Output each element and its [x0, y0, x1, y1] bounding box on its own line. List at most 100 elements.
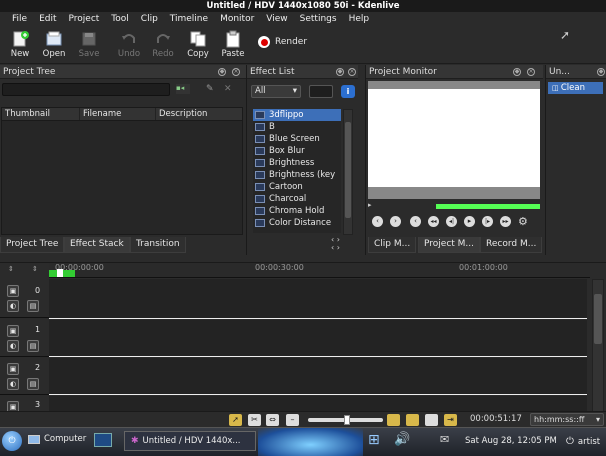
selection-tool-icon[interactable]: ➚	[229, 414, 242, 426]
mute-video-icon[interactable]: ▣	[7, 363, 19, 375]
step-forward-icon[interactable]: |▸	[482, 216, 493, 227]
undo-button[interactable]: Undo	[113, 28, 145, 59]
terminal-launcher-icon[interactable]	[94, 433, 112, 447]
effect-list-scrollbar[interactable]	[343, 109, 353, 235]
float-panel-icon[interactable]: ◆	[513, 68, 521, 76]
razor-tool-icon[interactable]: ✂	[248, 414, 261, 426]
undo-history-item[interactable]: ◫ Clean	[548, 82, 603, 94]
spacer-tool-icon[interactable]: ⇔	[266, 414, 279, 426]
copy-button[interactable]: Copy	[182, 28, 214, 59]
list-item[interactable]: Brightness	[253, 157, 341, 169]
clock[interactable]: Sat Aug 28, 12:05 PM	[465, 436, 557, 446]
float-panel-icon[interactable]: ◆	[597, 68, 605, 76]
menu-clip[interactable]: Clip	[135, 12, 164, 26]
track-lane-3[interactable]	[49, 396, 587, 412]
mail-icon[interactable]: ✉	[440, 433, 449, 446]
menu-help[interactable]: Help	[343, 12, 376, 26]
edit-clip-icon[interactable]: ✎	[206, 84, 216, 94]
add-clip-icon[interactable]: ▪◂	[176, 84, 190, 94]
start-menu-icon[interactable]: ⏻	[2, 431, 22, 451]
lock-track-icon[interactable]: ▤	[27, 300, 39, 312]
zoom-slider[interactable]	[308, 415, 383, 425]
column-description[interactable]: Description	[156, 108, 242, 120]
mute-audio-icon[interactable]: ◐	[7, 378, 19, 390]
menu-project[interactable]: Project	[63, 12, 106, 26]
menu-tool[interactable]: Tool	[105, 12, 134, 26]
audio-thumbnails-icon[interactable]	[406, 414, 419, 426]
show-markers-icon[interactable]	[425, 414, 438, 426]
user-menu[interactable]: ⏻ artist	[566, 436, 600, 447]
project-tree-list[interactable]: Thumbnail Filename Description	[1, 107, 243, 235]
scroll-arrows-icon[interactable]: ‹ › ‹ ›	[331, 236, 340, 252]
step-back-icon[interactable]: ◂|	[446, 216, 457, 227]
effect-filter-select[interactable]: All ▾	[251, 85, 301, 98]
close-panel-icon[interactable]: ×	[348, 68, 356, 76]
tab-project-tree[interactable]: Project Tree	[0, 237, 65, 253]
column-filename[interactable]: Filename	[80, 108, 156, 120]
tab-effect-stack[interactable]: Effect Stack	[64, 237, 130, 253]
list-item[interactable]: Charcoal	[253, 193, 341, 205]
fast-forward-icon[interactable]: ▸▸	[500, 216, 511, 227]
playhead-ruler[interactable]	[436, 204, 540, 209]
scrollbar-thumb[interactable]	[594, 294, 602, 344]
zoom-slider-handle[interactable]	[344, 415, 350, 425]
track-lane-1[interactable]	[49, 320, 587, 357]
project-search-input[interactable]	[2, 83, 170, 96]
column-thumbnail[interactable]: Thumbnail	[2, 108, 80, 120]
tab-transition[interactable]: Transition	[130, 237, 186, 253]
lock-track-icon[interactable]: ▤	[27, 378, 39, 390]
zoom-out-icon[interactable]: –	[286, 414, 299, 426]
list-item[interactable]: Color Distance	[253, 217, 341, 229]
float-panel-icon[interactable]: ◆	[336, 68, 344, 76]
taskbar-window-button[interactable]: ✱ Untitled / HDV 1440x...	[124, 431, 256, 451]
list-item[interactable]: Blue Screen	[253, 133, 341, 145]
timeline-ruler[interactable]: 00:00:00:00 00:00:30:00 00:01:00:00	[49, 263, 590, 278]
collapse-tracks-icon[interactable]: ⇕	[8, 265, 14, 273]
menu-file[interactable]: File	[6, 12, 33, 26]
list-item[interactable]: Chroma Hold	[253, 205, 341, 217]
delete-clip-icon[interactable]: ✕	[224, 84, 234, 94]
render-button[interactable]: Render	[258, 36, 307, 48]
tab-project-monitor[interactable]: Project M...	[418, 237, 481, 253]
previous-marker-icon[interactable]: ‹	[372, 216, 383, 227]
play-icon[interactable]: ▸	[464, 216, 475, 227]
list-item[interactable]: Cartoon	[253, 181, 341, 193]
close-panel-icon[interactable]: ×	[527, 68, 535, 76]
mute-audio-icon[interactable]: ◐	[7, 340, 19, 352]
float-panel-icon[interactable]: ◆	[218, 68, 226, 76]
list-item[interactable]: 3dflippo	[253, 109, 341, 121]
open-button[interactable]: Open	[38, 28, 70, 59]
network-icon[interactable]: ⊞	[368, 432, 388, 450]
monitor-screen[interactable]	[368, 81, 540, 199]
menu-edit[interactable]: Edit	[33, 12, 62, 26]
info-icon[interactable]: i	[341, 85, 355, 98]
menu-timeline[interactable]: Timeline	[164, 12, 214, 26]
list-item[interactable]: Box Blur	[253, 145, 341, 157]
close-panel-icon[interactable]: ×	[232, 68, 240, 76]
volume-icon[interactable]: 🔊	[394, 432, 412, 450]
snap-icon[interactable]: ⇥	[444, 414, 457, 426]
list-item[interactable]: B	[253, 121, 341, 133]
monitor-settings-gear-icon[interactable]: ⚙	[518, 215, 528, 228]
effect-search-input[interactable]	[309, 85, 333, 98]
paste-button[interactable]: Paste	[217, 28, 249, 59]
effect-list[interactable]: 3dflippo B Blue Screen Box Blur Brightne…	[253, 109, 341, 233]
list-item[interactable]: Brightness (key	[253, 169, 341, 181]
computer-menu[interactable]: Computer	[28, 434, 86, 444]
mute-audio-icon[interactable]: ◐	[7, 300, 19, 312]
menu-monitor[interactable]: Monitor	[214, 12, 260, 26]
video-thumbnails-icon[interactable]	[387, 414, 400, 426]
menu-settings[interactable]: Settings	[294, 12, 343, 26]
zoom-track-icon[interactable]: ⇕	[32, 265, 38, 273]
timeline-vertical-scrollbar[interactable]	[592, 279, 604, 412]
tab-record-monitor[interactable]: Record M...	[480, 237, 543, 253]
set-zone-start-icon[interactable]: ›	[390, 216, 401, 227]
mute-video-icon[interactable]: ▣	[7, 285, 19, 297]
track-lane-0[interactable]	[49, 279, 587, 319]
mute-video-icon[interactable]: ▣	[7, 325, 19, 337]
lock-track-icon[interactable]: ▤	[27, 340, 39, 352]
timecode-format-select[interactable]: hh:mm:ss::ff ▾	[530, 413, 604, 426]
menu-view[interactable]: View	[260, 12, 293, 26]
timeline-playhead[interactable]	[57, 269, 63, 277]
redo-button[interactable]: Redo	[147, 28, 179, 59]
